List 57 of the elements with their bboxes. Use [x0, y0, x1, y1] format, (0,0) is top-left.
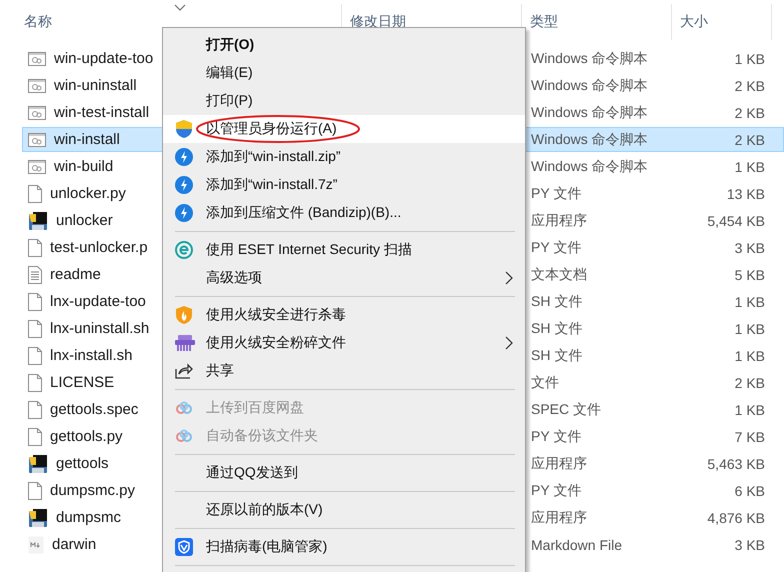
file-name: win-test-install	[54, 104, 150, 121]
file-type: PY 文件	[530, 482, 582, 500]
file-type: Windows 命令脚本	[530, 130, 649, 148]
file-type: 应用程序	[530, 508, 588, 526]
file-type: PY 文件	[530, 184, 582, 202]
file-size: 2 KB	[734, 132, 766, 148]
file-name: LICENSE	[50, 374, 114, 391]
file-type: Windows 命令脚本	[530, 50, 649, 68]
file-name: lnx-update-too	[50, 293, 146, 310]
file-type: 文本文档	[530, 266, 588, 284]
file-name: unlocker.py	[50, 185, 126, 202]
file-type: Windows 命令脚本	[530, 158, 649, 176]
file-size: 5 KB	[734, 266, 766, 282]
file-type: PY 文件	[530, 428, 582, 446]
file-type: 应用程序	[530, 454, 588, 472]
file-size: 1 KB	[734, 320, 766, 336]
file-name: win-install	[54, 131, 120, 148]
file-type: 应用程序	[530, 212, 588, 230]
file-name: gettools.py	[50, 428, 123, 445]
file-size: 5,463 KB	[706, 456, 766, 472]
file-type: SH 文件	[530, 346, 584, 364]
file-name: win-uninstall	[54, 77, 137, 94]
file-name: lnx-install.sh	[50, 347, 133, 364]
file-name: win-build	[54, 158, 114, 175]
file-size: 1 KB	[734, 348, 766, 364]
file-type: SPEC 文件	[530, 400, 602, 418]
file-name: test-unlocker.p	[50, 239, 148, 256]
file-size: 2 KB	[734, 104, 766, 120]
file-name: win-update-too	[54, 50, 154, 67]
file-name: unlocker	[56, 212, 113, 229]
file-type: Windows 命令脚本	[530, 104, 649, 122]
file-type: Windows 命令脚本	[530, 76, 649, 94]
file-type: Markdown File	[530, 536, 624, 552]
file-name: dumpsmc	[56, 509, 122, 526]
file-size: 1 KB	[734, 50, 766, 66]
file-size: 2 KB	[734, 78, 766, 94]
file-size: 1 KB	[734, 158, 766, 174]
file-size: 13 KB	[726, 186, 766, 202]
file-name: gettools	[56, 455, 109, 472]
file-size: 5,454 KB	[706, 212, 766, 228]
file-size: 7 KB	[734, 428, 766, 444]
file-size: 4,876 KB	[706, 510, 766, 526]
file-size: 3 KB	[734, 536, 766, 552]
file-size: 6 KB	[734, 482, 766, 498]
file-type: PY 文件	[530, 238, 582, 256]
file-type: SH 文件	[530, 292, 584, 310]
file-size: 3 KB	[734, 240, 766, 256]
file-name: darwin	[52, 536, 96, 553]
file-type: 文件	[530, 374, 560, 392]
file-type: SH 文件	[530, 320, 584, 338]
file-size: 1 KB	[734, 294, 766, 310]
file-name: gettools.spec	[50, 401, 138, 418]
file-size: 1 KB	[734, 402, 766, 418]
file-name: readme	[50, 266, 101, 283]
file-name: lnx-uninstall.sh	[50, 320, 150, 337]
file-name: dumpsmc.py	[50, 482, 136, 499]
file-size: 2 KB	[734, 374, 766, 390]
